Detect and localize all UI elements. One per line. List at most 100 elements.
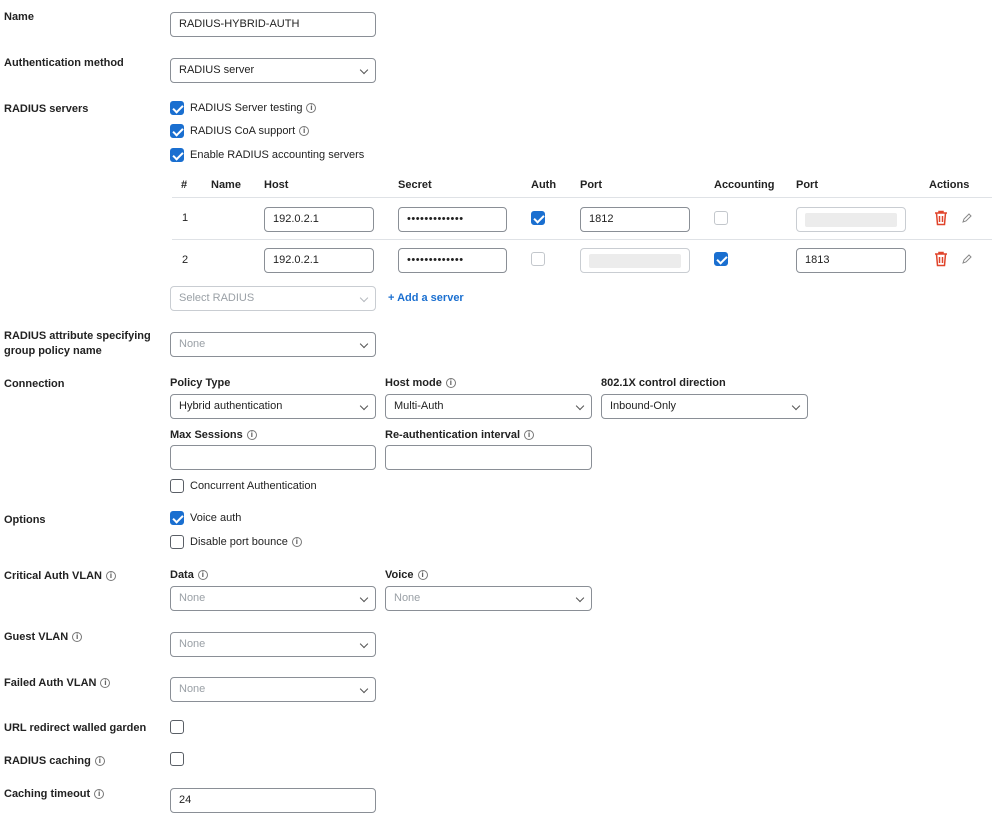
acct-port-input[interactable]: 1813 (796, 248, 906, 273)
failed-vlan-select[interactable]: None (170, 677, 376, 702)
connection-label: Connection (4, 378, 65, 390)
guest-vlan-heading: Guest VLAN i (4, 630, 83, 645)
radius-caching-heading: RADIUS caching i (4, 754, 105, 769)
critical-voice-select[interactable]: None (385, 586, 592, 611)
host-input[interactable]: 192.0.2.1 (264, 248, 374, 273)
auth-method-value: RADIUS server (179, 64, 255, 76)
pencil-icon[interactable] (961, 212, 973, 224)
pencil-icon[interactable] (961, 253, 973, 265)
failed-vlan-value: None (179, 683, 206, 695)
name-input[interactable]: RADIUS-HYBRID-AUTH (170, 12, 376, 37)
reauth-interval-input[interactable] (385, 445, 592, 470)
control-direction-label: 802.1X control direction (601, 377, 726, 389)
chevron-down-icon (359, 293, 369, 303)
radius-attribute-select[interactable]: None (170, 332, 376, 357)
auth-method-select[interactable]: RADIUS server (170, 58, 376, 83)
disable-port-bounce-option: Disable port bounce i (190, 535, 302, 549)
critical-data-select[interactable]: None (170, 586, 376, 611)
col-header-host: Host (264, 179, 289, 191)
col-header-acct-port: Port (796, 179, 818, 191)
accounting-servers-checkbox[interactable] (170, 148, 184, 162)
policy-type-label: Policy Type (170, 377, 231, 389)
col-header-auth: Auth (531, 179, 557, 191)
info-icon: i (100, 678, 111, 689)
coa-support-label: RADIUS CoA support (190, 125, 296, 137)
chevron-down-icon (359, 684, 369, 694)
host-mode-label: Host mode (385, 377, 442, 389)
chevron-down-icon (791, 401, 801, 411)
control-direction-select[interactable]: Inbound-Only (601, 394, 808, 419)
failed-vlan-label: Failed Auth VLAN (4, 677, 97, 689)
disabled-field-fill (589, 254, 681, 268)
caching-timeout-heading: Caching timeout i (4, 787, 105, 802)
trash-icon[interactable] (934, 210, 948, 226)
policy-type-select[interactable]: Hybrid authentication (170, 394, 376, 419)
select-radius-dropdown[interactable]: Select RADIUS (170, 286, 376, 311)
col-header-accounting: Accounting (714, 179, 775, 191)
col-header-secret: Secret (398, 179, 432, 191)
critical-vlan-heading: Critical Auth VLAN i (4, 569, 116, 584)
disable-port-bounce-checkbox[interactable] (170, 535, 184, 549)
name-label: Name (4, 11, 34, 23)
guest-vlan-value: None (179, 638, 206, 650)
server-testing-checkbox[interactable] (170, 101, 184, 115)
auth-checkbox[interactable] (531, 211, 545, 225)
radius-attribute-label: RADIUS attribute specifying group policy… (4, 330, 151, 357)
reauth-label: Re-authentication interval (385, 429, 521, 441)
auth-method-label: Authentication method (4, 57, 124, 69)
info-icon: i (246, 430, 257, 441)
coa-support-checkbox[interactable] (170, 124, 184, 138)
info-icon: i (94, 756, 105, 767)
voice-auth-checkbox[interactable] (170, 511, 184, 525)
auth-checkbox[interactable] (531, 252, 545, 266)
options-label: Options (4, 514, 46, 526)
chevron-down-icon (575, 593, 585, 603)
chevron-down-icon (359, 339, 369, 349)
port-input[interactable]: 1812 (580, 207, 690, 232)
secret-input[interactable]: ••••••••••••• (398, 207, 507, 232)
chevron-down-icon (359, 639, 369, 649)
disabled-field-fill (805, 213, 897, 227)
critical-data-label: Data (170, 569, 194, 581)
max-sessions-input[interactable] (170, 445, 376, 470)
radius-caching-label: RADIUS caching (4, 755, 91, 767)
chevron-down-icon (359, 401, 369, 411)
col-header-number: # (181, 179, 188, 191)
acct-port-input[interactable] (796, 207, 906, 232)
secret-input[interactable]: ••••••••••••• (398, 248, 507, 273)
caching-timeout-input[interactable]: 24 (170, 788, 376, 813)
voice-auth-label: Voice auth (190, 512, 242, 524)
col-header-actions: Actions (929, 179, 970, 191)
radius-caching-checkbox[interactable] (170, 752, 184, 766)
trash-icon[interactable] (934, 251, 948, 267)
add-server-link[interactable]: + Add a server (388, 292, 464, 304)
accounting-checkbox[interactable] (714, 252, 728, 266)
port-input[interactable] (580, 248, 690, 273)
host-input[interactable]: 192.0.2.1 (264, 207, 374, 232)
concurrent-auth-checkbox[interactable] (170, 479, 184, 493)
chevron-down-icon (359, 593, 369, 603)
guest-vlan-select[interactable]: None (170, 632, 376, 657)
radius-servers-label: RADIUS servers (4, 103, 89, 115)
policy-type-value: Hybrid authentication (179, 400, 283, 412)
critical-vlan-label: Critical Auth VLAN (4, 570, 102, 582)
coa-support-option: RADIUS CoA support i (190, 124, 310, 138)
accounting-checkbox[interactable] (714, 211, 728, 225)
col-header-port: Port (580, 179, 602, 191)
guest-vlan-label: Guest VLAN (4, 631, 69, 643)
info-icon: i (306, 103, 317, 114)
host-mode-select[interactable]: Multi-Auth (385, 394, 592, 419)
chevron-down-icon (359, 65, 369, 75)
url-redirect-label: URL redirect walled garden (4, 722, 147, 734)
max-sessions-heading: Max Sessions i (170, 429, 257, 441)
table-divider (172, 239, 992, 240)
row-number: 1 (182, 212, 189, 224)
chevron-down-icon (575, 401, 585, 411)
info-icon: i (299, 126, 310, 137)
info-icon: i (417, 570, 428, 581)
radius-attribute-value: None (179, 338, 206, 350)
info-icon: i (72, 632, 83, 643)
accounting-servers-label: Enable RADIUS accounting servers (190, 149, 365, 161)
host-mode-heading: Host mode i (385, 377, 456, 389)
url-redirect-checkbox[interactable] (170, 720, 184, 734)
